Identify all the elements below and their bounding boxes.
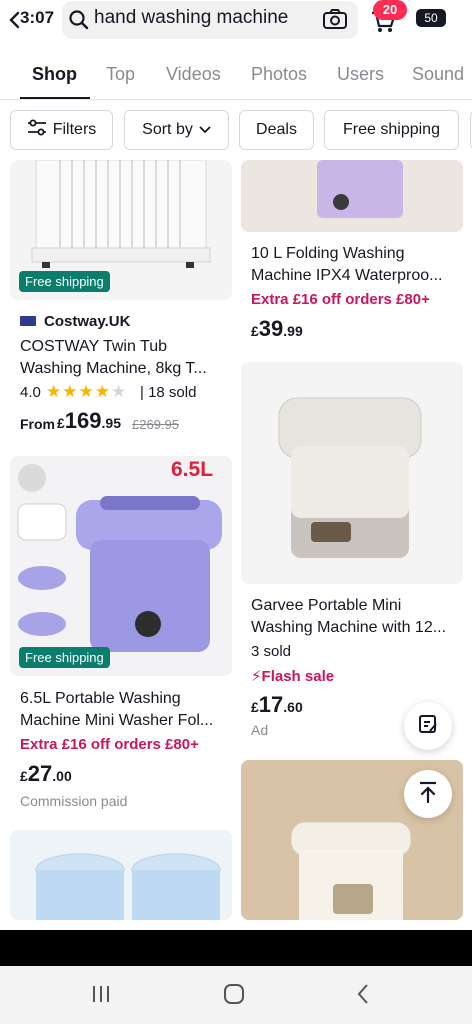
filters-button[interactable]: Filters [10, 110, 113, 150]
product-price: £27.00 [20, 761, 72, 786]
rating-value: 4.0 [20, 384, 41, 401]
edit-feedback-button[interactable] [404, 702, 452, 750]
product-title-line1[interactable]: 10 L Folding Washing [251, 243, 405, 265]
product-price: £17.60 [251, 692, 303, 717]
active-tab-indicator [20, 97, 90, 99]
sliders-icon [27, 119, 47, 142]
black-strip [0, 930, 472, 966]
promo-text: Extra £16 off orders £80+ [20, 736, 199, 753]
product-image[interactable] [241, 362, 463, 584]
product-title-line2[interactable]: Machine IPX4 Waterproo... [251, 265, 443, 287]
lightning-icon: ⚡ [251, 668, 262, 685]
tab-top[interactable]: Top [106, 64, 135, 85]
arrow-up-icon [417, 780, 439, 809]
android-nav-bar [0, 966, 472, 1024]
cart-count-badge: 20 [373, 0, 407, 20]
tab-videos[interactable]: Videos [166, 64, 221, 85]
commission-note: Commission paid [20, 793, 128, 809]
home-icon[interactable] [222, 982, 246, 1011]
tab-sound[interactable]: Sound [412, 64, 464, 85]
camera-icon[interactable] [322, 8, 348, 35]
product-title-line2[interactable]: Machine Mini Washer Fol... [20, 710, 213, 732]
scroll-to-top-button[interactable] [404, 770, 452, 818]
sort-by-label: Sort by [142, 121, 193, 138]
product-title-line1[interactable]: 6.5L Portable Washing [20, 688, 181, 710]
top-bar: 3:07 hand washing machine 20 50 [0, 0, 472, 42]
search-tabs: Shop Top Videos Photos Users Sound [0, 52, 472, 100]
product-title-line2[interactable]: Washing Machine, 8kg T... [20, 358, 207, 380]
search-icon [68, 9, 90, 36]
seller-name[interactable]: Costway.UK [44, 313, 130, 330]
tab-users[interactable]: Users [337, 64, 384, 85]
sort-by-button[interactable]: Sort by [124, 110, 229, 150]
price-prefix: From [20, 416, 55, 432]
back-arrow-icon[interactable] [6, 10, 26, 35]
product-title-line2[interactable]: Washing Machine with 12... [251, 617, 446, 639]
tab-photos[interactable]: Photos [251, 64, 307, 85]
product-title-line1[interactable]: Garvee Portable Mini [251, 595, 401, 617]
deals-label: Deals [256, 121, 297, 138]
recent-apps-icon[interactable] [90, 984, 112, 1009]
product-image[interactable] [241, 160, 463, 232]
star-rating-icon: ★★★★★ [46, 382, 128, 401]
product-image[interactable] [10, 456, 232, 676]
edit-note-icon [417, 713, 439, 740]
filters-label: Filters [52, 121, 97, 138]
search-query[interactable]: hand washing machine [94, 7, 288, 29]
promo-text: Extra £16 off orders £80+ [251, 291, 430, 308]
ad-label: Ad [251, 722, 269, 738]
sold-count: 3 sold [251, 643, 292, 660]
deals-button[interactable]: Deals [239, 110, 314, 150]
free-shipping-filter-button[interactable]: Free shipping [324, 110, 459, 150]
seller-flag-icon [20, 316, 36, 326]
search-bar[interactable]: hand washing machine [62, 1, 358, 39]
chevron-down-icon [199, 121, 211, 139]
free-shipping-badge: Free shipping [19, 271, 110, 292]
free-shipping-filter-label: Free shipping [343, 121, 440, 138]
folding-washer-image [241, 160, 463, 232]
back-icon[interactable] [355, 982, 371, 1011]
product-price: £39.99 [251, 316, 303, 341]
capacity-label: 6.5L [171, 458, 214, 481]
tab-shop[interactable]: Shop [32, 64, 77, 85]
free-shipping-badge: Free shipping [19, 647, 110, 668]
product-title-line1[interactable]: COSTWAY Twin Tub [20, 336, 167, 358]
original-price: £269.95 [132, 417, 179, 432]
flash-sale-label: ⚡Flash sale [251, 668, 335, 685]
garvee-washer-image [241, 362, 463, 584]
product-image[interactable] [10, 830, 232, 920]
clear-tub-image [35, 853, 221, 920]
product-price: £169.95 [57, 408, 121, 433]
sold-count: | 18 sold [140, 384, 197, 401]
portable-washer-image [10, 456, 232, 676]
battery-indicator: 50 [416, 9, 446, 27]
